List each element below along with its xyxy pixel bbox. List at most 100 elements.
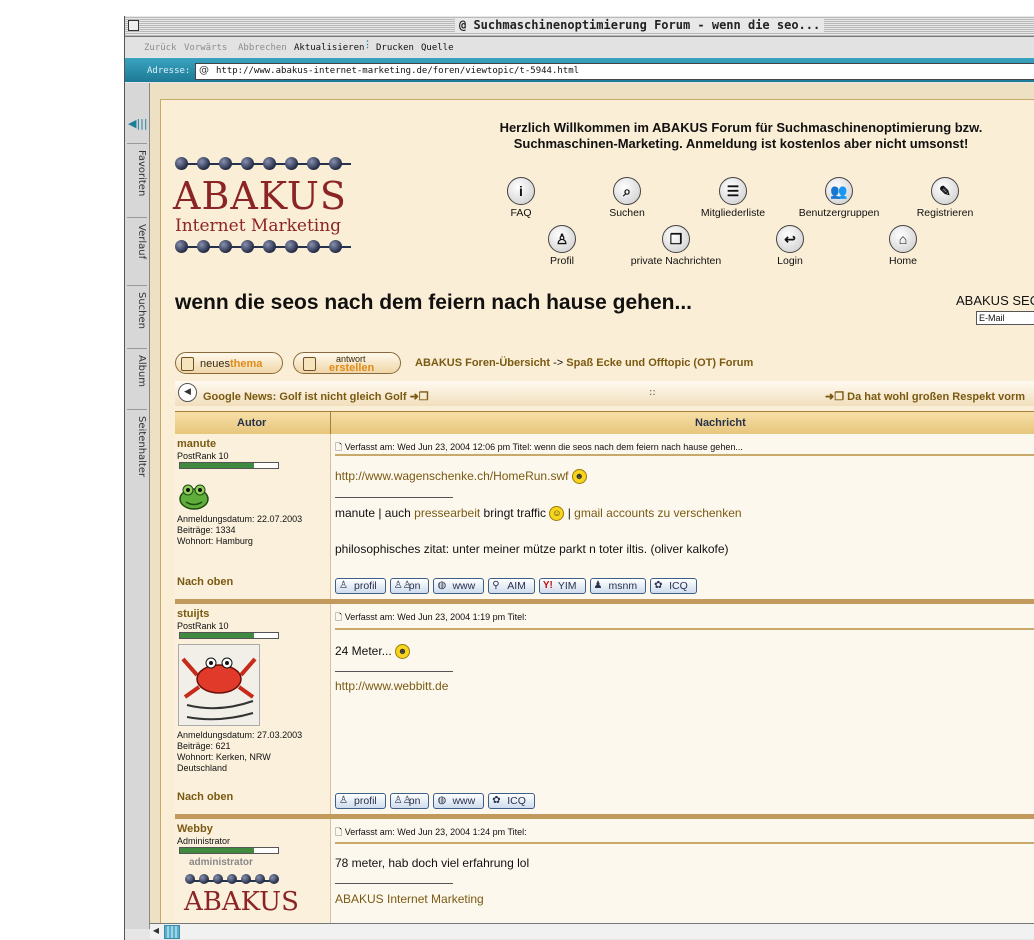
post-2: stuijts PostRank 10 Anmeldungsdatum: 27.… <box>175 604 1034 814</box>
profile-button[interactable]: ♙ profil <box>335 578 386 594</box>
post-link[interactable]: http://www.wagenschenke.ch/HomeRun.swf ☻ <box>335 469 587 485</box>
back-to-top-link[interactable]: Nach oben <box>177 791 233 803</box>
icq-button[interactable]: ✿ ICQ <box>650 578 697 594</box>
logo-text[interactable]: ABAKUS <box>173 174 347 218</box>
refresh-button[interactable]: Aktualisieren <box>294 43 364 53</box>
document-icon <box>303 357 316 371</box>
smiley-icon: ☻ <box>571 469 587 485</box>
aim-button[interactable]: ⚲ AIM <box>488 578 535 594</box>
rank-bar <box>179 462 279 469</box>
back-circle-icon[interactable]: ◀ <box>178 383 197 402</box>
rank-bar <box>179 847 279 854</box>
print-button[interactable]: Drucken <box>376 43 414 53</box>
user-rank: PostRank 10 <box>177 621 229 631</box>
www-button[interactable]: ◍ www <box>433 578 485 594</box>
scroll-left-arrow-icon[interactable]: ◀ <box>150 924 162 938</box>
user-rank: PostRank 10 <box>177 451 229 461</box>
breadcrumb-home[interactable]: ABAKUS Foren-Übersicht <box>415 357 550 369</box>
post-author-panel: manute PostRank 10 Anmeldungsdatum: 22.0… <box>175 434 331 599</box>
post-author-panel: Webby Administrator administrator ABAKUS <box>175 819 331 923</box>
username[interactable]: manute <box>177 438 216 450</box>
user-meta: Anmeldungsdatum: 22.07.2003 Beiträge: 133… <box>177 514 303 546</box>
scroll-thumb[interactable] <box>164 925 180 939</box>
back-button[interactable]: Zurück <box>144 43 177 53</box>
www-button[interactable]: ◍ www <box>433 793 485 809</box>
previous-topic-link[interactable]: Google News: Golf ist nicht gleich Golf … <box>203 390 429 403</box>
post-3: Webby Administrator administrator ABAKUS… <box>175 819 1034 923</box>
nav-suchen[interactable]: ⌕ Suchen <box>567 177 687 219</box>
msn-icon: ♟ <box>593 580 603 591</box>
frog-avatar-icon <box>179 484 209 510</box>
col-message: Nachricht <box>695 417 746 429</box>
source-button[interactable]: Quelle <box>421 43 454 53</box>
signature-link[interactable]: ABAKUS Internet Marketing <box>335 892 484 906</box>
post-body: 🗋 Verfasst am: Wed Jun 23, 2004 1:24 pm … <box>331 819 1034 923</box>
nav-home[interactable]: ⌂ Home <box>843 225 963 267</box>
tab-album[interactable]: Album <box>127 348 147 387</box>
next-topic-link[interactable]: ➜❐ Da hat wohl großen Respekt vorm <box>825 390 1025 403</box>
pressearbeit-link[interactable]: pressearbeit <box>414 506 480 520</box>
pm-button[interactable]: ♙♙ pn <box>389 578 430 594</box>
home-icon: ⌂ <box>889 225 917 253</box>
nav-login[interactable]: ↩ Login <box>730 225 850 267</box>
icq-button[interactable]: ✿ ICQ <box>488 793 535 809</box>
email-input[interactable]: E-Mail <box>976 311 1034 325</box>
nav-faq[interactable]: i FAQ <box>461 177 581 219</box>
post-buttons: ♙ profil ♙♙ pn ◍ www ✿ ICQ <box>335 789 539 809</box>
reply-button[interactable]: antwort erstellen <box>293 352 401 374</box>
breadcrumb: ABAKUS Foren-Übersicht -> Spaß Ecke und … <box>415 357 754 369</box>
nav-benutzergruppen[interactable]: 👥 Benutzergruppen <box>779 177 899 219</box>
icq-flower-icon: ✿ <box>492 795 501 806</box>
msnm-button[interactable]: ♟ msnm <box>589 578 647 594</box>
nav-mitgliederliste[interactable]: ☰ Mitgliederliste <box>673 177 793 219</box>
post-body: 🗋 Verfasst am: Wed Jun 23, 2004 1:19 pm … <box>331 604 1034 814</box>
breadcrumb-forum[interactable]: Spaß Ecke und Offtopic (OT) Forum <box>566 357 753 369</box>
username[interactable]: Webby <box>177 823 213 835</box>
username[interactable]: stuijts <box>177 608 209 620</box>
profile-button[interactable]: ♙ profil <box>335 793 386 809</box>
post-header: 🗋 Verfasst am: Wed Jun 23, 2004 1:19 pm … <box>335 612 527 622</box>
tab-suchen[interactable]: Suchen <box>127 285 147 329</box>
tab-seitenhalter[interactable]: Seitenhalter <box>127 409 147 477</box>
nav-separator: :: <box>649 387 656 398</box>
post-text: 24 Meter... ☻ <box>335 644 411 660</box>
collapse-arrow-icon[interactable]: ◀||| <box>128 117 148 131</box>
nav-registrieren[interactable]: ✎ Registrieren <box>885 177 1005 219</box>
post-body: 🗋 Verfasst am: Wed Jun 23, 2004 12:06 pm… <box>331 434 1034 599</box>
back-to-top-link[interactable]: Nach oben <box>177 576 233 588</box>
horizontal-scrollbar[interactable]: ◀ <box>150 923 1034 939</box>
toolbar: Zurück Vorwärts Abbrechen Aktualisieren … <box>125 37 1034 57</box>
gmail-link[interactable]: gmail accounts zu verschenken <box>574 506 741 520</box>
post-author-panel: stuijts PostRank 10 Anmeldungsdatum: 27.… <box>175 604 331 814</box>
rank-bar <box>179 632 279 639</box>
list-icon: ☰ <box>719 177 747 205</box>
logo-subtext[interactable]: Internet Marketing <box>175 216 341 236</box>
title-bar[interactable]: @ Suchmaschinenoptimierung Forum - wenn … <box>125 16 1034 37</box>
close-box[interactable] <box>128 20 139 31</box>
admin-rank-label: administrator <box>189 857 253 868</box>
post-1: manute PostRank 10 Anmeldungsdatum: 22.0… <box>175 434 1034 599</box>
user-meta: Anmeldungsdatum: 27.03.2003 Beiträge: 621… <box>177 730 303 773</box>
post-buttons: ♙ profil ♙♙ pn ◍ www ⚲ AIM Y! YIM ♟ msnm ✿ ICQ <box>335 574 701 594</box>
person-icon: ♙ <box>548 225 576 253</box>
nav-private-nachrichten[interactable]: ❐ private Nachrichten <box>616 225 736 267</box>
topic-title[interactable]: wenn die seos nach dem feiern nach hause… <box>175 291 692 315</box>
nav-profil[interactable]: ♙ Profil <box>502 225 622 267</box>
messages-icon: ❐ <box>662 225 690 253</box>
pm-button[interactable]: ♙♙ pn <box>389 793 430 809</box>
side-tabs: ◀||| Favoriten Verlauf Suchen Album Seit… <box>125 83 150 929</box>
logo-dots-bottom-icon <box>175 240 355 254</box>
page-viewport: ABAKUS Internet Marketing Herzlich Willk… <box>150 83 1034 923</box>
info-icon: i <box>507 177 535 205</box>
signature-link[interactable]: http://www.webbitt.de <box>335 679 448 693</box>
address-bar: Adresse: @ http://www.abakus-internet-ma… <box>125 58 1034 82</box>
address-url[interactable]: http://www.abakus-internet-marketing.de/… <box>216 66 579 76</box>
stop-button[interactable]: Abbrechen <box>238 43 287 53</box>
forward-button[interactable]: Vorwärts <box>184 43 227 53</box>
address-field[interactable]: @ http://www.abakus-internet-marketing.d… <box>195 63 1034 80</box>
tab-favoriten[interactable]: Favoriten <box>127 143 147 196</box>
crab-avatar-icon <box>178 644 260 726</box>
tab-verlauf[interactable]: Verlauf <box>127 217 147 259</box>
yim-button[interactable]: Y! YIM <box>538 578 586 594</box>
new-topic-button[interactable]: neuesthema <box>175 352 283 374</box>
